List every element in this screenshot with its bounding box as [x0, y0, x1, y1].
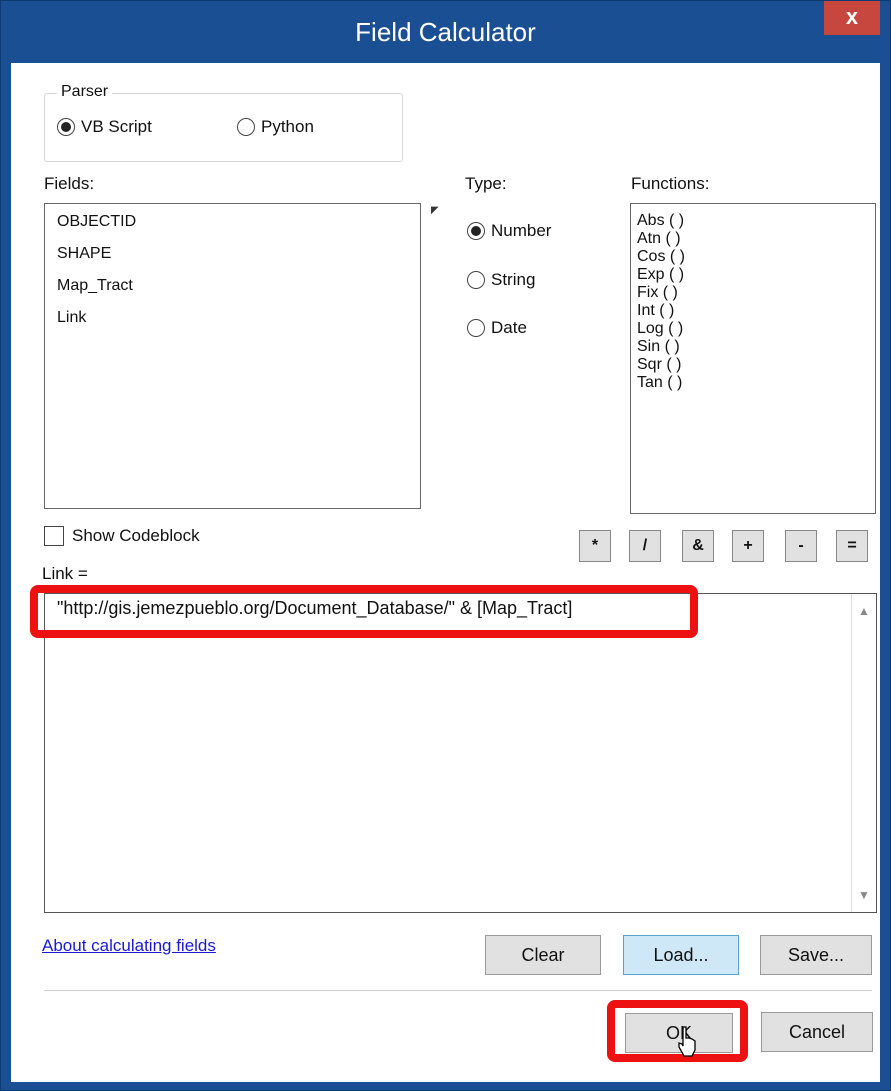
list-item[interactable]: Abs ( ): [631, 212, 875, 230]
sort-menu-icon[interactable]: ◤: [431, 205, 439, 216]
list-item[interactable]: Atn ( ): [631, 230, 875, 248]
save-button[interactable]: Save...: [760, 935, 872, 975]
functions-label: Functions:: [631, 174, 710, 193]
radio-unselected-icon: [467, 319, 485, 337]
type-date-radio[interactable]: Date: [467, 318, 527, 338]
parser-legend: Parser: [57, 83, 113, 101]
scroll-down-icon[interactable]: ▼: [855, 886, 873, 904]
equals-operator-button[interactable]: =: [836, 530, 868, 562]
show-codeblock-checkbox[interactable]: Show Codeblock: [44, 526, 200, 546]
expression-text: "http://gis.jemezpueblo.org/Document_Dat…: [57, 598, 573, 618]
radio-selected-icon: [57, 118, 75, 136]
divide-operator-button[interactable]: /: [629, 530, 661, 562]
checkbox-box: [44, 526, 64, 546]
window-title: Field Calculator: [355, 17, 536, 47]
list-item[interactable]: Log ( ): [631, 320, 875, 338]
title-bar[interactable]: Field Calculator x: [9, 1, 882, 63]
radio-label: Date: [491, 318, 527, 337]
list-item[interactable]: Exp ( ): [631, 266, 875, 284]
radio-label: String: [491, 270, 536, 289]
checkbox-label: Show Codeblock: [72, 526, 200, 545]
list-item[interactable]: Cos ( ): [631, 248, 875, 266]
parser-group: Parser VB Script Python: [44, 83, 403, 162]
field-calculator-window: Field Calculator x Parser VB Script Pyth…: [0, 0, 891, 1091]
radio-label: Number: [491, 221, 552, 240]
list-item[interactable]: Link: [45, 302, 420, 334]
load-button[interactable]: Load...: [623, 935, 739, 975]
fields-list[interactable]: OBJECTID SHAPE Map_Tract Link: [44, 203, 421, 509]
add-operator-button[interactable]: +: [732, 530, 764, 562]
list-item[interactable]: Sqr ( ): [631, 356, 875, 374]
subtract-operator-button[interactable]: -: [785, 530, 817, 562]
functions-list[interactable]: Abs ( ) Atn ( ) Cos ( ) Exp ( ) Fix ( ) …: [630, 203, 876, 514]
radio-unselected-icon: [467, 271, 485, 289]
type-number-radio[interactable]: Number: [467, 221, 551, 241]
close-button[interactable]: x: [824, 1, 880, 35]
parser-python-radio[interactable]: Python: [237, 117, 314, 137]
list-item[interactable]: Tan ( ): [631, 374, 875, 392]
fields-label: Fields:: [44, 174, 95, 193]
radio-label: Python: [261, 117, 314, 136]
radio-selected-icon: [467, 222, 485, 240]
cancel-button[interactable]: Cancel: [761, 1012, 873, 1052]
list-item[interactable]: SHAPE: [45, 238, 420, 270]
parser-vbscript-radio[interactable]: VB Script: [57, 117, 152, 137]
clear-button[interactable]: Clear: [485, 935, 601, 975]
list-item[interactable]: Fix ( ): [631, 284, 875, 302]
hand-cursor-icon: [678, 1026, 696, 1057]
expression-scrollbar[interactable]: ▲ ▼: [851, 594, 876, 912]
list-item[interactable]: Int ( ): [631, 302, 875, 320]
list-item[interactable]: OBJECTID: [45, 206, 420, 238]
separator: [44, 990, 872, 991]
about-calculating-fields-link[interactable]: About calculating fields: [42, 936, 216, 956]
radio-unselected-icon: [237, 118, 255, 136]
type-label: Type:: [465, 174, 507, 193]
concat-operator-button[interactable]: &: [682, 530, 714, 562]
multiply-operator-button[interactable]: *: [579, 530, 611, 562]
radio-label: VB Script: [81, 117, 152, 136]
type-string-radio[interactable]: String: [467, 270, 535, 290]
dialog-body: Parser VB Script Python Fields: OBJECTID…: [11, 63, 880, 1082]
list-item[interactable]: Map_Tract: [45, 270, 420, 302]
list-item[interactable]: Sin ( ): [631, 338, 875, 356]
expression-label: Link =: [42, 564, 88, 583]
scroll-up-icon[interactable]: ▲: [855, 602, 873, 620]
expression-textbox[interactable]: "http://gis.jemezpueblo.org/Document_Dat…: [44, 593, 877, 913]
